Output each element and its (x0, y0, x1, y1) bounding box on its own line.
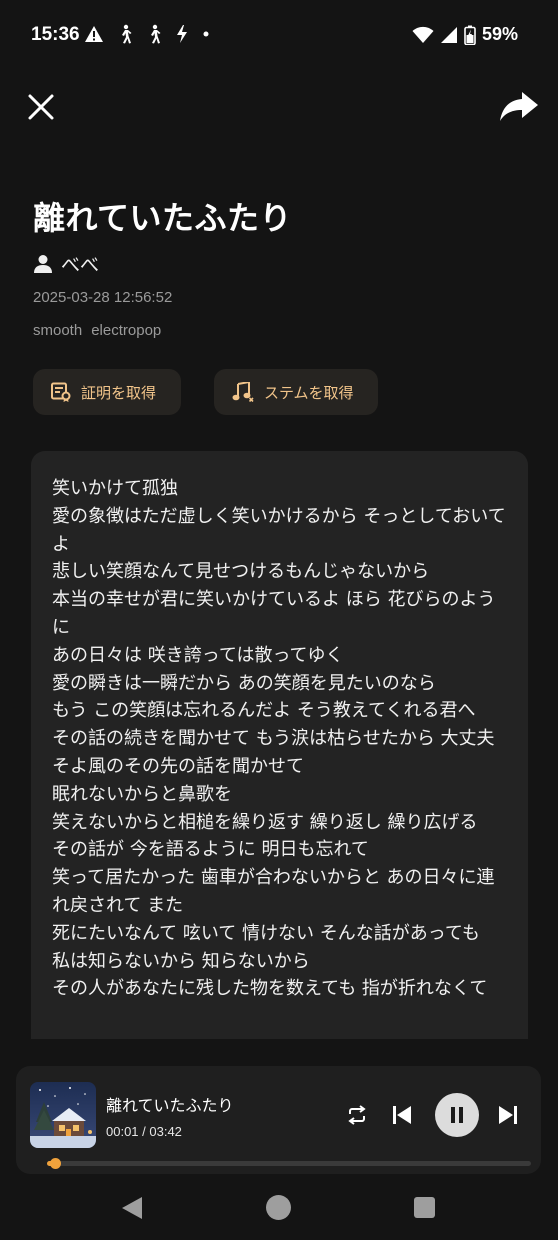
share-icon (500, 92, 538, 121)
system-status-icons: 59% (412, 24, 518, 45)
artist-row[interactable]: べべ (33, 250, 99, 277)
previous-button[interactable] (390, 1103, 414, 1127)
lyric-line: 愛の瞬きは一瞬だから あの笑顔を見たいのなら (52, 672, 436, 694)
lyric-line: 私は知らないから 知らないから (52, 950, 310, 972)
music-note-icon (232, 382, 254, 402)
get-certificate-button[interactable]: 証明を取得 (33, 369, 181, 415)
lyric-line: 死にたいなんて 呟いて 情けない そんな話があっても (52, 922, 480, 944)
battery-charging-icon (464, 25, 476, 45)
lyric-line: 笑って居たかった 歯車が合わないからと あの日々に連れ戻されて また (52, 867, 495, 916)
mini-player[interactable]: 離れていたふたり 00:01 / 03:42 (16, 1066, 541, 1174)
notification-icons (84, 24, 210, 44)
player-time: 00:01 / 03:42 (106, 1124, 182, 1139)
walking-icon (151, 24, 161, 44)
lyric-line: その話が 今を語るように 明日も忘れて (52, 839, 369, 861)
repeat-icon (348, 1105, 366, 1125)
bolt-icon (177, 25, 187, 43)
tag[interactable]: smooth (33, 322, 82, 339)
pause-button[interactable] (435, 1093, 479, 1137)
lyric-line: 笑いかけて孤独 (52, 478, 178, 499)
get-certificate-label: 証明を取得 (81, 383, 157, 402)
artist-name: べべ (61, 254, 100, 276)
album-art-image (30, 1082, 96, 1148)
pause-icon (451, 1107, 463, 1123)
get-stems-button[interactable]: ステムを取得 (214, 369, 378, 415)
player-title: 離れていたふたり (106, 1096, 234, 1115)
person-icon (34, 254, 52, 273)
nav-back-button[interactable] (121, 1196, 143, 1220)
lyric-line: 愛の象徴はただ虚しく笑いかけるから そっとしておいてよ (52, 505, 506, 555)
close-button[interactable] (26, 92, 56, 122)
skip-next-icon (499, 1106, 517, 1124)
song-tags: smooth electropop (33, 322, 161, 339)
tag[interactable]: electropop (91, 322, 161, 339)
certificate-icon (51, 382, 71, 402)
recents-icon[interactable] (414, 1197, 435, 1218)
lyrics-card[interactable]: 笑いかけて孤独愛の象徴はただ虚しく笑いかけるから そっとしておいてよ悲しい笑顔な… (31, 451, 528, 1039)
lyric-line: もう この笑顔は忘れるんだよ そう教えてくれる君へ (52, 700, 476, 722)
get-stems-label: ステムを取得 (264, 383, 354, 402)
song-title: 離れていたふたり (33, 199, 293, 237)
share-button[interactable] (498, 88, 540, 124)
lyrics-text: 笑いかけて孤独愛の象徴はただ虚しく笑いかけるから そっとしておいてよ悲しい笑顔な… (52, 475, 507, 1003)
lyric-line: その人があなたに残した物を数えても 指が折れなくて (52, 978, 488, 1000)
status-bar: 15:36 59% (0, 0, 558, 70)
next-button[interactable] (496, 1103, 520, 1127)
wifi-icon (412, 26, 434, 43)
lyric-line: その話の続きを聞かせて もう涙は枯らせたから 大丈夫 (52, 728, 495, 750)
lyric-line: 本当の幸せが君に笑いかけているよ ほら 花びらのように (52, 589, 496, 638)
lyric-line: 笑えないからと相槌を繰り返す 繰り返し 繰り広げる (52, 811, 478, 833)
progress-bar[interactable] (47, 1158, 531, 1169)
song-date: 2025-03-28 12:56:52 (33, 289, 173, 306)
signal-icon (440, 26, 457, 43)
lyric-line: 悲しい笑顔なんて見せつけるもんじゃないから (52, 561, 430, 583)
walking-icon (122, 24, 132, 44)
lyric-line: 眠れないからと鼻歌を (52, 783, 232, 805)
dot-icon (203, 31, 209, 37)
skip-previous-icon (393, 1106, 411, 1124)
progress-thumb[interactable] (50, 1158, 61, 1169)
close-icon (28, 94, 54, 120)
battery-percent: 59% (481, 24, 518, 44)
status-time: 15:36 (31, 24, 80, 45)
album-art[interactable] (30, 1082, 96, 1148)
lyric-line: あの日々は 咲き誇っては散ってゆく (52, 644, 344, 666)
repeat-button[interactable] (346, 1104, 368, 1126)
back-icon (122, 1197, 142, 1219)
alert-icon (85, 26, 103, 42)
lyric-line: そよ風のその先の話を聞かせて (52, 755, 304, 777)
home-icon[interactable] (266, 1195, 291, 1220)
